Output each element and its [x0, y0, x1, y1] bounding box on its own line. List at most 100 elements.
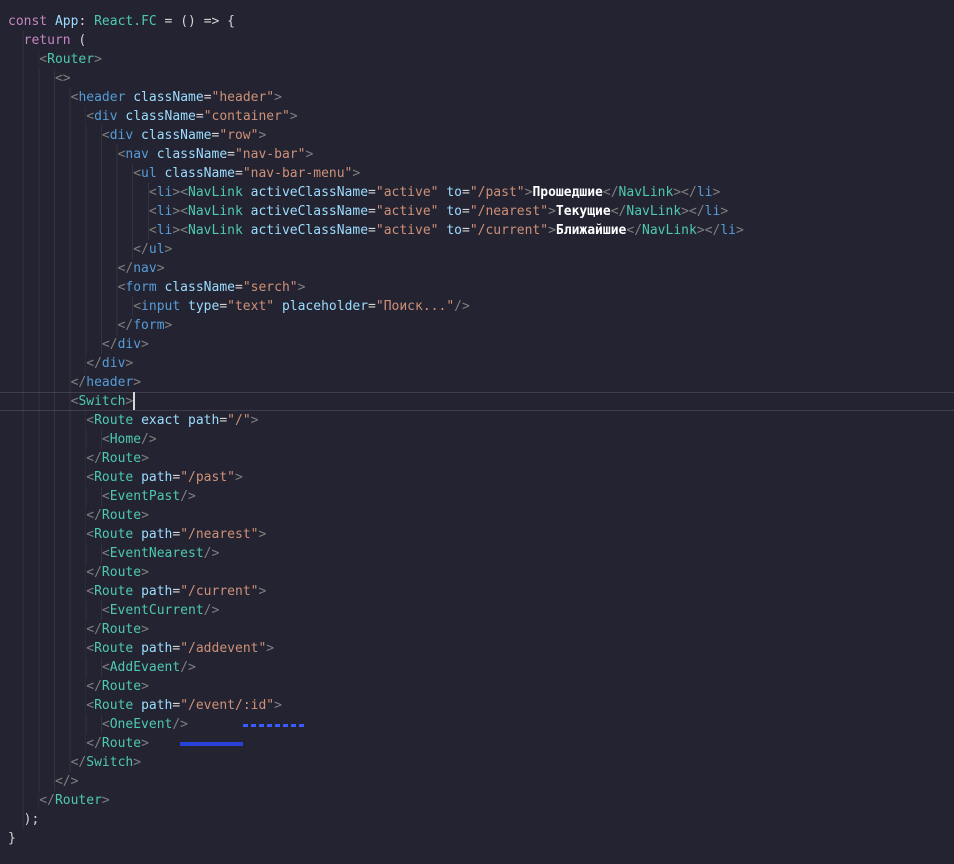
code-line[interactable]: <li><NavLink activeClassName="active" to…: [0, 183, 954, 202]
code-line[interactable]: <Home/>: [0, 430, 954, 449]
code-token: >: [156, 261, 165, 276]
code-line[interactable]: }: [0, 829, 954, 848]
code-token: ></: [696, 223, 721, 238]
code-token: Home: [109, 432, 142, 447]
code-line[interactable]: <li><NavLink activeClassName="active" to…: [0, 221, 954, 240]
code-line[interactable]: <li><NavLink activeClassName="active" to…: [0, 202, 954, 221]
code-token: >: [141, 508, 149, 523]
code-token: >: [141, 622, 149, 637]
code-token: to: [446, 204, 462, 219]
code-line[interactable]: <Route path="/current">: [0, 582, 954, 601]
code-line[interactable]: <OneEvent/>: [0, 715, 954, 734]
code-token: activeClassName: [250, 223, 369, 238]
code-token: >: [125, 394, 134, 409]
code-line[interactable]: <input type="text" placeholder="Поиск...…: [0, 297, 954, 316]
code-token: Route: [101, 679, 142, 694]
code-line[interactable]: <Route path="/past">: [0, 468, 954, 487]
code-token: NavLink: [642, 223, 697, 238]
code-token: App: [54, 14, 79, 29]
code-line[interactable]: </Route>: [0, 677, 954, 696]
code-token: "active": [375, 185, 439, 200]
code-line[interactable]: );: [0, 810, 954, 829]
code-token: header: [86, 375, 134, 390]
code-line[interactable]: </Route>: [0, 620, 954, 639]
code-token: (: [70, 33, 87, 48]
code-line[interactable]: <Switch>: [0, 392, 954, 411]
code-token: ></: [673, 185, 697, 200]
code-line[interactable]: <EventNearest/>: [0, 544, 954, 563]
code-token: activeClassName: [250, 185, 369, 200]
code-token: return: [23, 33, 71, 48]
code-token: <: [101, 717, 110, 732]
code-token: className: [164, 166, 235, 181]
code-token: EventPast: [109, 489, 181, 504]
code-token: <: [133, 166, 142, 181]
indent-guides: [8, 145, 118, 164]
code-line[interactable]: <div className="container">: [0, 107, 954, 126]
code-token: =: [461, 223, 470, 238]
code-token: NavLink: [188, 185, 243, 200]
code-token: <: [101, 128, 110, 143]
code-line[interactable]: <nav className="nav-bar">: [0, 145, 954, 164]
code-token: >: [164, 242, 173, 257]
code-token: ></: [681, 204, 705, 219]
code-token: <: [101, 489, 110, 504]
code-token: );: [23, 812, 40, 827]
code-line[interactable]: </ul>: [0, 240, 954, 259]
code-line[interactable]: </div>: [0, 335, 954, 354]
indent-guides: [8, 183, 149, 202]
code-line[interactable]: <Route path="/nearest">: [0, 525, 954, 544]
code-token: </: [86, 508, 102, 523]
code-line[interactable]: <>: [0, 69, 954, 88]
code-token: "text": [227, 299, 275, 314]
code-line[interactable]: <header className="header">: [0, 88, 954, 107]
indent-guides: [8, 297, 134, 316]
code-token: <: [86, 109, 95, 124]
code-token: Switch: [86, 755, 134, 770]
code-line[interactable]: </nav>: [0, 259, 954, 278]
code-line[interactable]: <Route exact path="/">: [0, 411, 954, 430]
code-token: >: [141, 451, 149, 466]
code-line[interactable]: </>: [0, 772, 954, 791]
code-line[interactable]: <div className="row">: [0, 126, 954, 145]
code-line[interactable]: <Route path="/event/:id">: [0, 696, 954, 715]
indent-guides: [8, 658, 102, 677]
indent-guides: [8, 449, 87, 468]
code-line[interactable]: <Route path="/addevent">: [0, 639, 954, 658]
code-token: />: [180, 489, 196, 504]
code-token: =: [368, 299, 376, 314]
code-line[interactable]: <EventPast/>: [0, 487, 954, 506]
code-line[interactable]: const App: React.FC = () => {: [0, 12, 954, 31]
code-line[interactable]: </Switch>: [0, 753, 954, 772]
code-line[interactable]: </form>: [0, 316, 954, 335]
code-line[interactable]: <ul className="nav-bar-menu">: [0, 164, 954, 183]
indent-guides: [8, 202, 149, 221]
code-token: =: [368, 185, 376, 200]
code-line[interactable]: <AddEvaent/>: [0, 658, 954, 677]
code-line[interactable]: <Router>: [0, 50, 954, 69]
code-line[interactable]: </Router>: [0, 791, 954, 810]
code-line[interactable]: <form className="serch">: [0, 278, 954, 297]
code-line[interactable]: </Route>: [0, 563, 954, 582]
code-token: </: [626, 223, 643, 238]
code-token: =: [368, 223, 376, 238]
code-token: >: [164, 318, 173, 333]
indent-guides: [8, 259, 118, 278]
code-line[interactable]: </Route>: [0, 449, 954, 468]
indent-guides: [8, 582, 87, 601]
indent-guides: [8, 639, 87, 658]
code-token: >: [141, 679, 149, 694]
code-line[interactable]: return (: [0, 31, 954, 50]
code-line[interactable]: </header>: [0, 373, 954, 392]
code-line[interactable]: </Route>: [0, 506, 954, 525]
code-line[interactable]: <EventCurrent/>: [0, 601, 954, 620]
code-token: </: [86, 622, 102, 637]
code-token: div: [101, 356, 126, 371]
code-token: ><: [172, 185, 189, 200]
code-line[interactable]: </Route>: [0, 734, 954, 753]
code-editor[interactable]: const App: React.FC = () => {return (<Ro…: [0, 0, 954, 864]
code-line[interactable]: </div>: [0, 354, 954, 373]
